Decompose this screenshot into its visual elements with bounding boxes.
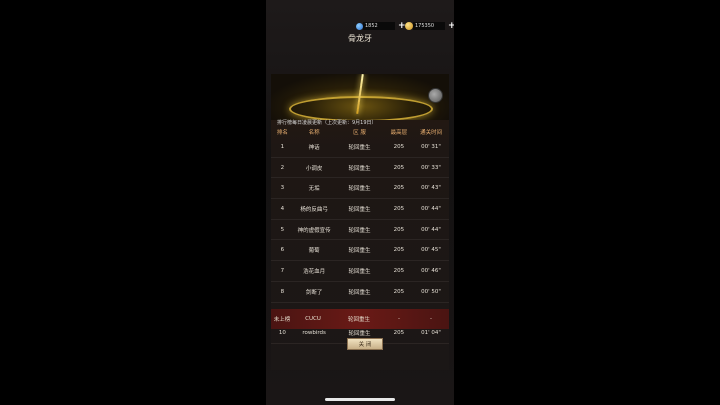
time-cell: 00' 45" (421, 247, 441, 254)
col-server: 区 服 (353, 129, 366, 136)
my-time: - (430, 316, 432, 322)
table-row[interactable]: 7 浩花血月 轮回重生 205 00' 46" (271, 261, 449, 282)
name-cell: 神的虚假宣传 (297, 227, 331, 234)
rank-cell: 2 (280, 164, 285, 171)
table-header-row: 排名 名称 区 服 最高层 通关时间 (271, 126, 449, 137)
col-time: 通关时间 (420, 129, 443, 136)
home-indicator[interactable] (325, 398, 395, 401)
time-cell: 00' 50" (421, 288, 441, 295)
rank-cell: 3 (280, 185, 285, 192)
page-title: 骨龙牙 (348, 34, 372, 43)
col-rank: 排名 (276, 129, 288, 136)
time-cell: 00' 44" (421, 205, 441, 212)
time-cell: 00' 44" (421, 226, 441, 233)
update-notice: 排行榜每日凌晨更新（上次更新：9月19日） (277, 120, 377, 126)
floor-cell: 205 (393, 205, 405, 212)
floor-cell: 205 (393, 226, 405, 233)
server-cell: 轮回重生 (348, 144, 371, 151)
server-cell: 轮回重生 (348, 268, 371, 275)
dragon-banner-image (271, 74, 449, 120)
my-name: CUCU (305, 316, 321, 322)
rank-cell: 4 (280, 205, 285, 212)
name-cell: 浩花血月 (303, 268, 326, 275)
time-cell: 00' 46" (421, 267, 441, 274)
coin-counter: 175350 + (405, 21, 454, 31)
table-row[interactable]: 8 剑断了 轮回重生 205 00' 50" (271, 281, 449, 302)
col-name: 名称 (308, 129, 320, 136)
floor-cell: 205 (393, 143, 405, 150)
floor-cell: 205 (393, 185, 405, 192)
add-coins-button[interactable]: + (448, 21, 454, 31)
table-row[interactable]: 3 无垢 轮回重生 205 00' 43" (271, 178, 449, 199)
server-cell: 轮回重生 (348, 227, 371, 234)
rank-cell: 6 (280, 247, 285, 254)
server-cell: 轮回重生 (348, 248, 371, 255)
server-cell: 轮回重生 (348, 165, 371, 172)
col-floor: 最高层 (390, 129, 408, 136)
floor-cell: 205 (393, 288, 405, 295)
game-screen: 1852 + 175350 + 骨龙牙 排行榜每日凌晨更新（上次更新：9月19日… (266, 0, 454, 405)
server-cell: 轮回重生 (348, 206, 371, 213)
table-row[interactable]: 4 杨的反曲弓 轮回重生 205 00' 44" (271, 199, 449, 220)
floor-cell: 205 (393, 247, 405, 254)
server-cell: 轮回重生 (348, 186, 371, 193)
my-server: 轮回重生 (347, 317, 370, 323)
name-cell: 神话 (308, 144, 320, 151)
time-cell: 00' 31" (421, 143, 441, 150)
table-row[interactable]: 2 小调皮 轮回重生 205 00' 33" (271, 157, 449, 178)
my-rank-row: 未上榜 CUCU 轮回重生 - - (271, 309, 449, 329)
table-row[interactable]: 6 葡萄 轮回重生 205 00' 45" (271, 240, 449, 261)
time-cell: 00' 43" (421, 185, 441, 192)
rank-cell: 7 (280, 267, 285, 274)
rank-cell: 5 (280, 226, 285, 233)
name-cell: 小调皮 (305, 165, 323, 172)
close-button[interactable]: 关 闭 (347, 338, 383, 350)
leaderboard-panel: 排行榜每日凌晨更新（上次更新：9月19日） 排名 名称 区 服 最高层 通关时间… (271, 74, 449, 370)
floor-cell: 205 (393, 267, 405, 274)
name-cell: 无垢 (308, 186, 320, 193)
name-cell: 葡萄 (308, 248, 320, 255)
rank-cell: 8 (280, 288, 285, 295)
orb-icon[interactable] (428, 88, 443, 103)
rank-cell: 1 (280, 143, 285, 150)
time-cell: 00' 33" (421, 164, 441, 171)
floor-cell: 205 (393, 164, 405, 171)
coin-value: 175350 (413, 22, 445, 30)
glow-ring-decoration (289, 96, 433, 120)
gem-icon (356, 22, 363, 30)
my-rank: 未上榜 (273, 317, 291, 323)
gem-counter: 1852 + (356, 21, 406, 31)
server-cell: 轮回重生 (348, 289, 371, 296)
my-floor: - (398, 316, 400, 322)
name-cell: 杨的反曲弓 (300, 206, 328, 213)
gem-value: 1852 (363, 22, 395, 30)
table-row[interactable]: 1 神话 轮回重生 205 00' 31" (271, 137, 449, 158)
table-row[interactable]: 5 神的虚假宣传 轮回重生 205 00' 44" (271, 219, 449, 240)
coin-icon (405, 22, 413, 30)
name-cell: 剑断了 (305, 289, 323, 296)
